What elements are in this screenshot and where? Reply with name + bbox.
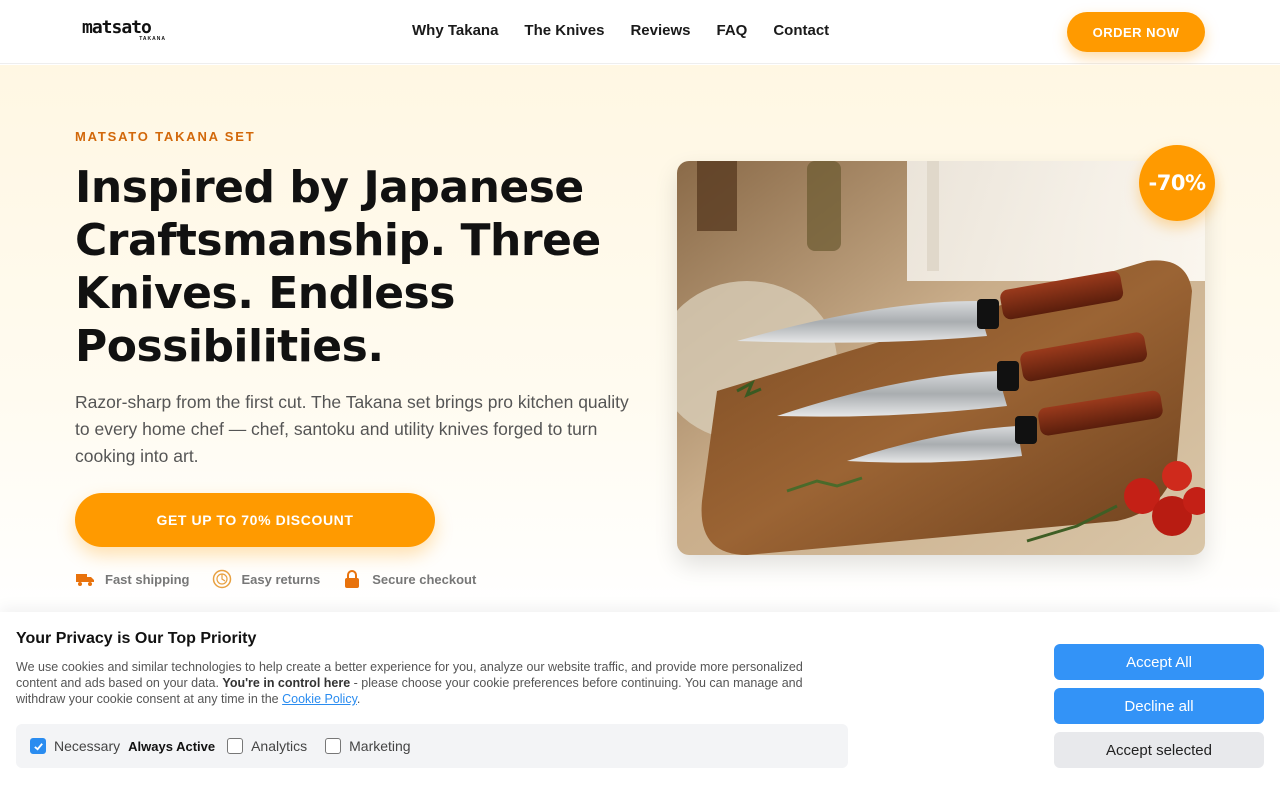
nav-the-knives[interactable]: The Knives: [524, 22, 604, 39]
cookie-title: Your Privacy is Our Top Priority: [16, 630, 257, 647]
site-header: matsato TAKANA Why Takana The Knives Rev…: [0, 0, 1280, 64]
cookie-text-end: .: [356, 692, 361, 706]
trust-easy-returns: Easy returns: [212, 569, 321, 589]
discount-badge: -70%: [1139, 145, 1215, 221]
product-image: [677, 161, 1205, 555]
logo-subtext: TAKANA: [139, 36, 166, 42]
trust-secure-checkout: Secure checkout: [342, 569, 476, 589]
necessary-label: Necessary: [54, 738, 121, 754]
always-active-label: Always Active: [128, 738, 216, 754]
order-now-button[interactable]: ORDER NOW: [1067, 12, 1205, 52]
nav-why-takana[interactable]: Why Takana: [412, 22, 498, 39]
cookie-description: We use cookies and similar technologies …: [16, 659, 846, 707]
hero-subtext: Razor-sharp from the first cut. The Taka…: [75, 392, 629, 466]
returns-icon: [212, 569, 231, 589]
trust-label: Fast shipping: [105, 571, 190, 587]
analytics-checkbox[interactable]: [227, 738, 244, 754]
discount-cta-button[interactable]: GET UP TO 70% DISCOUNT: [75, 493, 435, 547]
cookie-text-bold: You're in control here: [222, 676, 351, 690]
trust-fast-shipping: Fast shipping: [75, 569, 190, 589]
necessary-checkbox[interactable]: [30, 738, 46, 754]
analytics-label: Analytics: [251, 738, 308, 754]
consent-options: Necessary Always Active Analytics Market…: [16, 724, 848, 768]
hero-eyebrow: MATSATO TAKANA SET: [75, 129, 256, 144]
accept-all-button[interactable]: Accept All: [1054, 644, 1264, 680]
nav-reviews[interactable]: Reviews: [630, 22, 690, 39]
nav-contact[interactable]: Contact: [773, 22, 829, 39]
marketing-label: Marketing: [349, 738, 411, 754]
cookie-banner: Your Privacy is Our Top Priority We use …: [0, 612, 1280, 800]
logo[interactable]: matsato TAKANA: [82, 19, 168, 45]
logo-text: matsato: [82, 17, 152, 38]
main-nav: Why Takana The Knives Reviews FAQ Contac…: [412, 22, 829, 39]
trust-label: Secure checkout: [372, 571, 477, 587]
accept-selected-button[interactable]: Accept selected: [1054, 732, 1264, 768]
cookie-policy-link[interactable]: Cookie Policy: [282, 692, 357, 706]
trust-badges: Fast shipping Easy returns Secure checko…: [75, 569, 476, 589]
nav-faq[interactable]: FAQ: [717, 22, 748, 39]
lock-icon: [345, 570, 360, 588]
hero-section: MATSATO TAKANA SET Inspired by Japanese …: [0, 65, 1280, 612]
trust-label: Easy returns: [241, 571, 321, 587]
marketing-checkbox[interactable]: [325, 738, 342, 754]
hero-headline: Inspired by Japanese Craftsmanship. Thre…: [75, 162, 601, 372]
check-icon: [33, 742, 43, 751]
decline-all-button[interactable]: Decline all: [1054, 688, 1264, 724]
truck-icon: [76, 574, 94, 586]
